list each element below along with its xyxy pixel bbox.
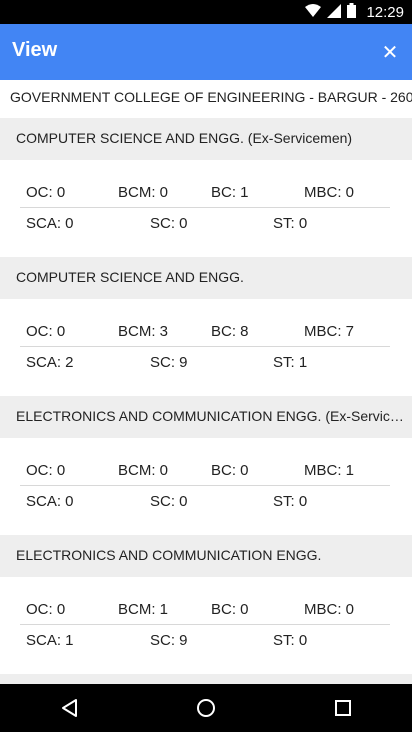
seat-sc: SC: 0 — [150, 215, 188, 232]
seat-bcm: BCM: 0 — [118, 184, 169, 201]
branch-name: COMPUTER SCIENCE AND ENGG. — [16, 269, 244, 285]
close-button[interactable]: ✕ — [376, 38, 404, 66]
branch-header: COMPUTER SCIENCE AND ENGG. — [0, 257, 412, 299]
branch-card: COMPUTER SCIENCE AND ENGG. (Ex-Serviceme… — [0, 118, 412, 257]
home-icon — [196, 699, 215, 717]
close-icon: ✕ — [381, 41, 399, 64]
status-bar: 12:29 — [0, 0, 412, 24]
seat-st: ST: 1 — [273, 354, 308, 371]
branch-name: ELECTRONICS AND COMMUNICATION ENGG. — [16, 547, 322, 563]
divider — [20, 346, 390, 347]
seat-grid: OC: 0 BCM: 1 BC: 0 MBC: 0 SCA: 1 SC: 9 S… — [0, 577, 412, 673]
back-button[interactable] — [45, 684, 93, 732]
back-icon — [61, 699, 77, 717]
seat-sc: SC: 9 — [150, 632, 188, 649]
seat-bc: BC: 1 — [211, 184, 249, 201]
seat-bcm: BCM: 3 — [118, 323, 169, 340]
seat-sca: SCA: 0 — [26, 215, 74, 232]
page-title: View — [12, 39, 58, 61]
seat-sca: SCA: 0 — [26, 493, 74, 510]
seat-mbc: MBC: 7 — [304, 323, 355, 340]
seat-st: ST: 0 — [273, 215, 308, 232]
branch-name: COMPUTER SCIENCE AND ENGG. (Ex-Serviceme… — [16, 130, 353, 146]
seat-oc: OC: 0 — [26, 601, 66, 618]
recents-icon — [335, 700, 352, 716]
seat-mbc: MBC: 1 — [304, 462, 355, 479]
divider — [20, 207, 390, 208]
seat-sca: SCA: 2 — [26, 354, 74, 371]
branch-header: ELECTRONICS AND COMMUNICATION ENGG. (Ex-… — [0, 396, 412, 438]
divider — [20, 485, 390, 486]
status-time: 12:29 — [366, 3, 404, 21]
branch-list[interactable]: COMPUTER SCIENCE AND ENGG. (Ex-Serviceme… — [0, 118, 412, 694]
seat-mbc: MBC: 0 — [304, 184, 355, 201]
branch-card: ELECTRONICS AND COMMUNICATION ENGG. OC: … — [0, 535, 412, 674]
branch-header: COMPUTER SCIENCE AND ENGG. (Ex-Serviceme… — [0, 118, 412, 160]
seat-oc: OC: 0 — [26, 184, 66, 201]
seat-oc: OC: 0 — [26, 462, 66, 479]
seat-st: ST: 0 — [273, 632, 308, 649]
college-name: GOVERNMENT COLLEGE OF ENGINEERING - BARG… — [10, 89, 412, 105]
wifi-icon — [305, 3, 322, 21]
home-button[interactable] — [182, 684, 230, 732]
seat-sca: SCA: 1 — [26, 632, 74, 649]
seat-sc: SC: 0 — [150, 493, 188, 510]
divider — [20, 624, 390, 625]
seat-st: ST: 0 — [273, 493, 308, 510]
seat-sc: SC: 9 — [150, 354, 188, 371]
seat-grid: OC: 0 BCM: 3 BC: 8 MBC: 7 SCA: 2 SC: 9 S… — [0, 299, 412, 395]
seat-grid: OC: 0 BCM: 0 BC: 1 MBC: 0 SCA: 0 SC: 0 S… — [0, 160, 412, 256]
app-bar: View ✕ — [0, 24, 412, 80]
seat-bc: BC: 0 — [211, 462, 249, 479]
branch-name: ELECTRONICS AND COMMUNICATION ENGG. (Ex-… — [16, 408, 406, 424]
status-icons: 12:29 — [305, 0, 404, 24]
seat-bcm: BCM: 1 — [118, 601, 169, 618]
recents-button[interactable] — [319, 684, 367, 732]
signal-icon — [327, 3, 342, 21]
branch-card: COMPUTER SCIENCE AND ENGG. OC: 0 BCM: 3 … — [0, 257, 412, 396]
branch-card: ELECTRONICS AND COMMUNICATION ENGG. (Ex-… — [0, 396, 412, 535]
seat-bcm: BCM: 0 — [118, 462, 169, 479]
branch-header: ELECTRONICS AND COMMUNICATION ENGG. — [0, 535, 412, 577]
seat-grid: OC: 0 BCM: 0 BC: 0 MBC: 1 SCA: 0 SC: 0 S… — [0, 438, 412, 534]
seat-oc: OC: 0 — [26, 323, 66, 340]
seat-bc: BC: 8 — [211, 323, 249, 340]
battery-icon — [347, 3, 357, 21]
navigation-bar — [0, 684, 412, 732]
seat-bc: BC: 0 — [211, 601, 249, 618]
seat-mbc: MBC: 0 — [304, 601, 355, 618]
